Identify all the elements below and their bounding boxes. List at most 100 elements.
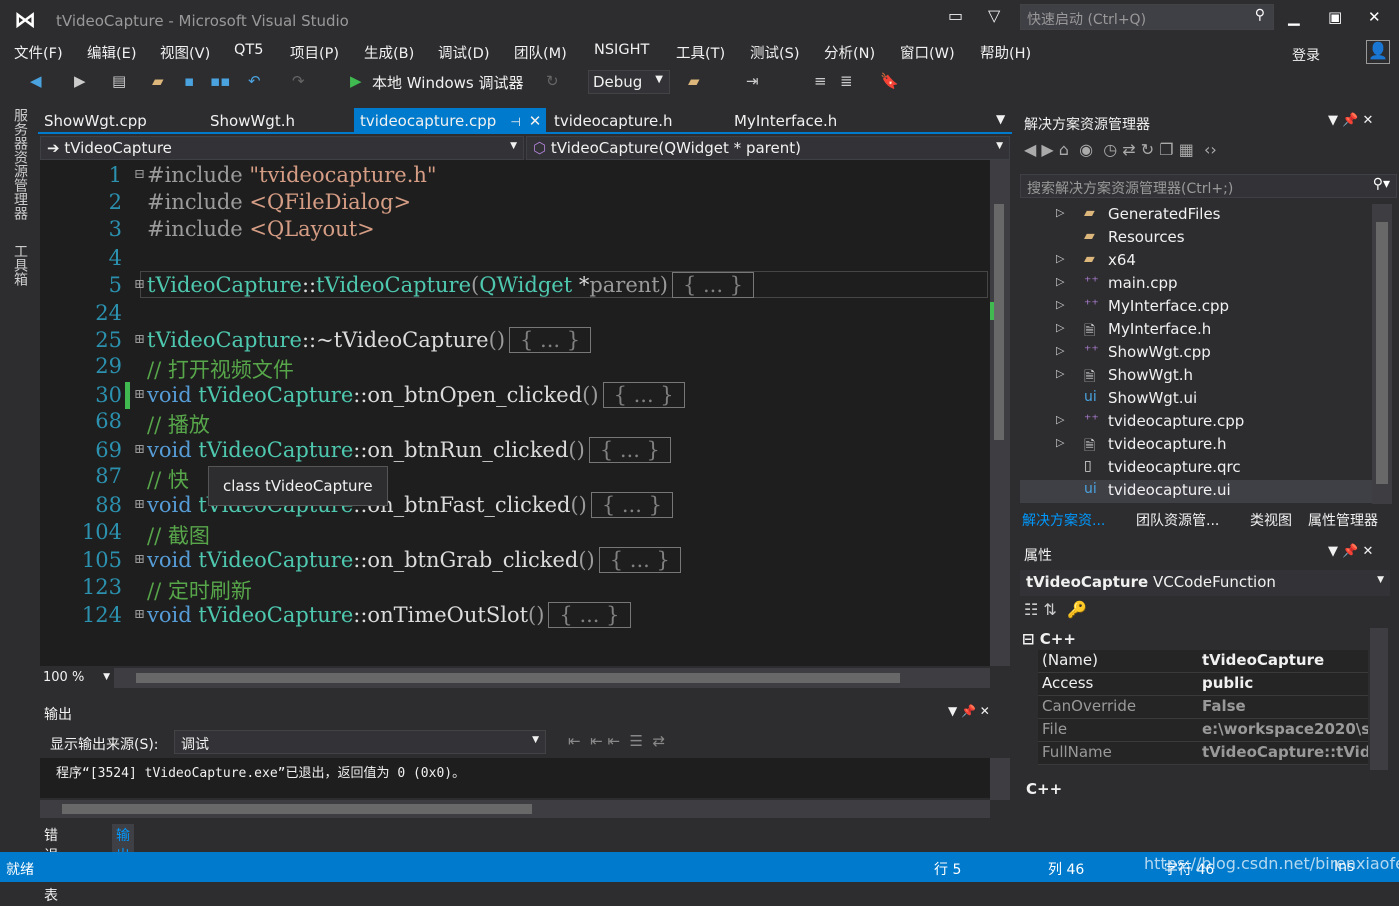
panel-tab[interactable]: 属性管理器 [1308,510,1378,530]
quick-launch-input[interactable]: 快速启动 (Ctrl+Q) ⚲ [1020,4,1274,30]
tree-item[interactable]: ▷ 🗎 tvideocapture.h [1020,434,1372,457]
code-line[interactable]: 105 ⊞ void tVideoCapture::on_btnGrab_click… [40,547,990,575]
fold-toggle-icon[interactable]: ⊞ [134,332,145,347]
menu-item[interactable]: 生成(B) [364,42,414,63]
code-line[interactable]: 29 // 打开视频文件 [40,354,990,382]
expand-arrow-icon[interactable]: ▷ [1056,252,1064,265]
code-line[interactable]: 123 // 定时刷新 [40,575,990,603]
properties-object-dropdown[interactable]: tVideoCapture VCCodeFunction ▼ [1020,570,1390,596]
tree-item[interactable]: ui tvideocapture.ui [1020,480,1372,503]
collapsed-region[interactable]: { ... } [548,602,631,628]
output-source-dropdown[interactable]: 调试 ▼ [174,730,546,754]
account-avatar-icon[interactable]: 👤 [1366,40,1390,64]
solution-explorer-toolbar[interactable]: ◀ ▶ ⌂ ◉ ◷ ⇄ ↻ ❐ ▦ ‹› [1024,140,1394,170]
code-line[interactable]: 4 [40,246,990,273]
menu-item[interactable]: 帮助(H) [980,42,1031,63]
code-line[interactable]: 25 ⊞ tVideoCapture::~tVideoCapture(){ ... … [40,327,990,355]
menu-item[interactable]: 分析(N) [824,42,875,63]
menu-item[interactable]: QT5 [234,42,264,58]
fold-toggle-icon[interactable]: ⊞ [134,552,145,567]
undo-icon[interactable]: ↶ [248,72,261,90]
redo-icon[interactable]: ↷ [292,72,305,90]
tree-item[interactable]: ui ShowWgt.ui [1020,388,1372,411]
filter-icon[interactable]: ▽ [988,6,1000,25]
code-line[interactable]: 1 ⊟ #include "tvideocapture.h" [40,163,990,190]
output-horizontal-scrollbar[interactable] [40,800,990,818]
panel-tab[interactable]: 团队资源管... [1136,510,1219,530]
scroll-thumb[interactable] [1376,222,1388,484]
code-line[interactable]: 88⊞void tVideoCapture::on_btnFast_clicke… [40,492,990,520]
scroll-thumb[interactable] [62,804,532,814]
menu-item[interactable]: 项目(P) [290,42,339,63]
property-row[interactable]: CanOverride False [1038,696,1368,719]
step-icon[interactable]: ⇥ [746,72,759,90]
scroll-thumb[interactable] [994,204,1004,440]
menu-item[interactable]: 测试(S) [750,42,800,63]
menu-item[interactable]: 工具(T) [676,42,725,63]
start-debugger-button[interactable]: 本地 Windows 调试器 [372,72,524,93]
tree-item[interactable]: ▷ ▰ x64 [1020,250,1372,273]
panel-controls-icon[interactable]: ▼ 📌 ✕ [1328,544,1373,559]
collapsed-region[interactable]: { ... } [598,547,681,573]
tree-item[interactable]: ▷ ⁺⁺ tvideocapture.cpp [1020,411,1372,434]
back-icon[interactable]: ◀ [30,72,42,90]
collapsed-region[interactable]: { ... } [509,327,592,353]
server-explorer-tab[interactable]: 服务器资源管理器 [10,108,30,220]
minimize-button[interactable]: ▁ [1288,8,1300,26]
tree-item[interactable]: ▯ tvideocapture.qrc [1020,457,1372,480]
fold-toggle-icon[interactable]: ⊟ [134,167,145,182]
tab-document[interactable]: tvideocapture.cpp ⊣ ✕ [354,108,546,132]
feedback-icon[interactable]: ▭ [948,6,963,25]
tree-item[interactable]: ▷ ▰ GeneratedFiles [1020,204,1372,227]
code-line[interactable]: 5 ⊞ tVideoCapture::tVideoCapture(QWidget *… [40,272,990,300]
tree-item[interactable]: ▷ ⁺⁺ MyInterface.cpp [1020,296,1372,319]
tree-scrollbar[interactable] [1372,204,1392,504]
categorized-icon[interactable]: ☷ ⇅ 🔑 [1024,600,1087,619]
code-editor[interactable]: 1 ⊟ #include "tvideocapture.h" 2 #include <Q… [40,160,990,666]
code-line[interactable]: 87 // 快 [40,464,990,492]
tab-document[interactable]: tvideocapture.h [548,108,679,132]
save-icon[interactable]: ▪ [184,72,194,90]
tree-item[interactable]: ▷ 🗎 MyInterface.h [1020,319,1372,342]
scroll-thumb[interactable] [136,673,900,683]
code-line[interactable]: 3 #include <QLayout> [40,217,990,244]
panel-controls-icon[interactable]: ▼ 📌 ✕ [1328,113,1373,128]
toolbox-tab[interactable]: 工具箱 [10,244,30,286]
code-line[interactable]: 68 // 播放 [40,409,990,437]
fold-toggle-icon[interactable]: ⊞ [134,277,145,292]
fold-toggle-icon[interactable]: ⊞ [134,442,145,457]
menu-item[interactable]: NSIGHT [594,42,649,58]
output-text[interactable]: 程序“[3524] tVideoCapture.exe”已退出，返回值为 0 (… [40,758,990,798]
editor-vertical-scrollbar[interactable] [990,160,1010,666]
menu-item[interactable]: 编辑(E) [87,42,136,63]
code-line[interactable]: 24 [40,301,990,328]
tree-item[interactable]: ▷ ⁺⁺ main.cpp [1020,273,1372,296]
open-file-icon[interactable]: ▰ [152,72,164,90]
code-line[interactable]: 30 ⊞ void tVideoCapture::on_btnOpen_clicke… [40,382,990,410]
pin-icon[interactable]: ⊣ [510,115,520,129]
code-line[interactable]: 2 #include <QFileDialog> [40,190,990,217]
code-line[interactable]: 69 ⊞ void tVideoCapture::on_btnRun_clicked… [40,437,990,465]
tree-item[interactable]: ▰ Resources [1020,227,1372,250]
expand-arrow-icon[interactable]: ▷ [1056,275,1064,288]
collapsed-region[interactable]: { ... } [671,272,755,298]
expand-arrow-icon[interactable]: ▷ [1056,367,1064,380]
member-dropdown[interactable]: ⬡ tVideoCapture(QWidget * parent) ▼ [526,136,1010,160]
sign-in-link[interactable]: 登录 [1292,45,1320,65]
tab-document[interactable]: MyInterface.h [728,108,843,132]
expand-arrow-icon[interactable]: ▷ [1056,436,1064,449]
code-line[interactable]: 104 // 截图 [40,520,990,548]
property-row[interactable]: FullName tVideoCapture::tVideo [1038,742,1368,765]
expand-arrow-icon[interactable]: ▷ [1056,413,1064,426]
comment-icon[interactable]: ≡ [814,72,827,90]
start-debug-icon[interactable]: ▶ [350,72,362,90]
property-category[interactable]: ⊟ C++ [1022,630,1076,648]
panel-tab[interactable]: 解决方案资... [1022,510,1105,530]
tree-item[interactable]: ▷ ⁺⁺ ShowWgt.cpp [1020,342,1372,365]
find-in-files-icon[interactable]: ▰ [688,72,700,90]
menu-item[interactable]: 文件(F) [14,42,63,63]
restart-icon[interactable]: ↻ [546,72,559,90]
fold-toggle-icon[interactable]: ⊞ [134,497,145,512]
uncomment-icon[interactable]: ≣ [840,72,853,90]
menu-item[interactable]: 视图(V) [160,42,210,63]
